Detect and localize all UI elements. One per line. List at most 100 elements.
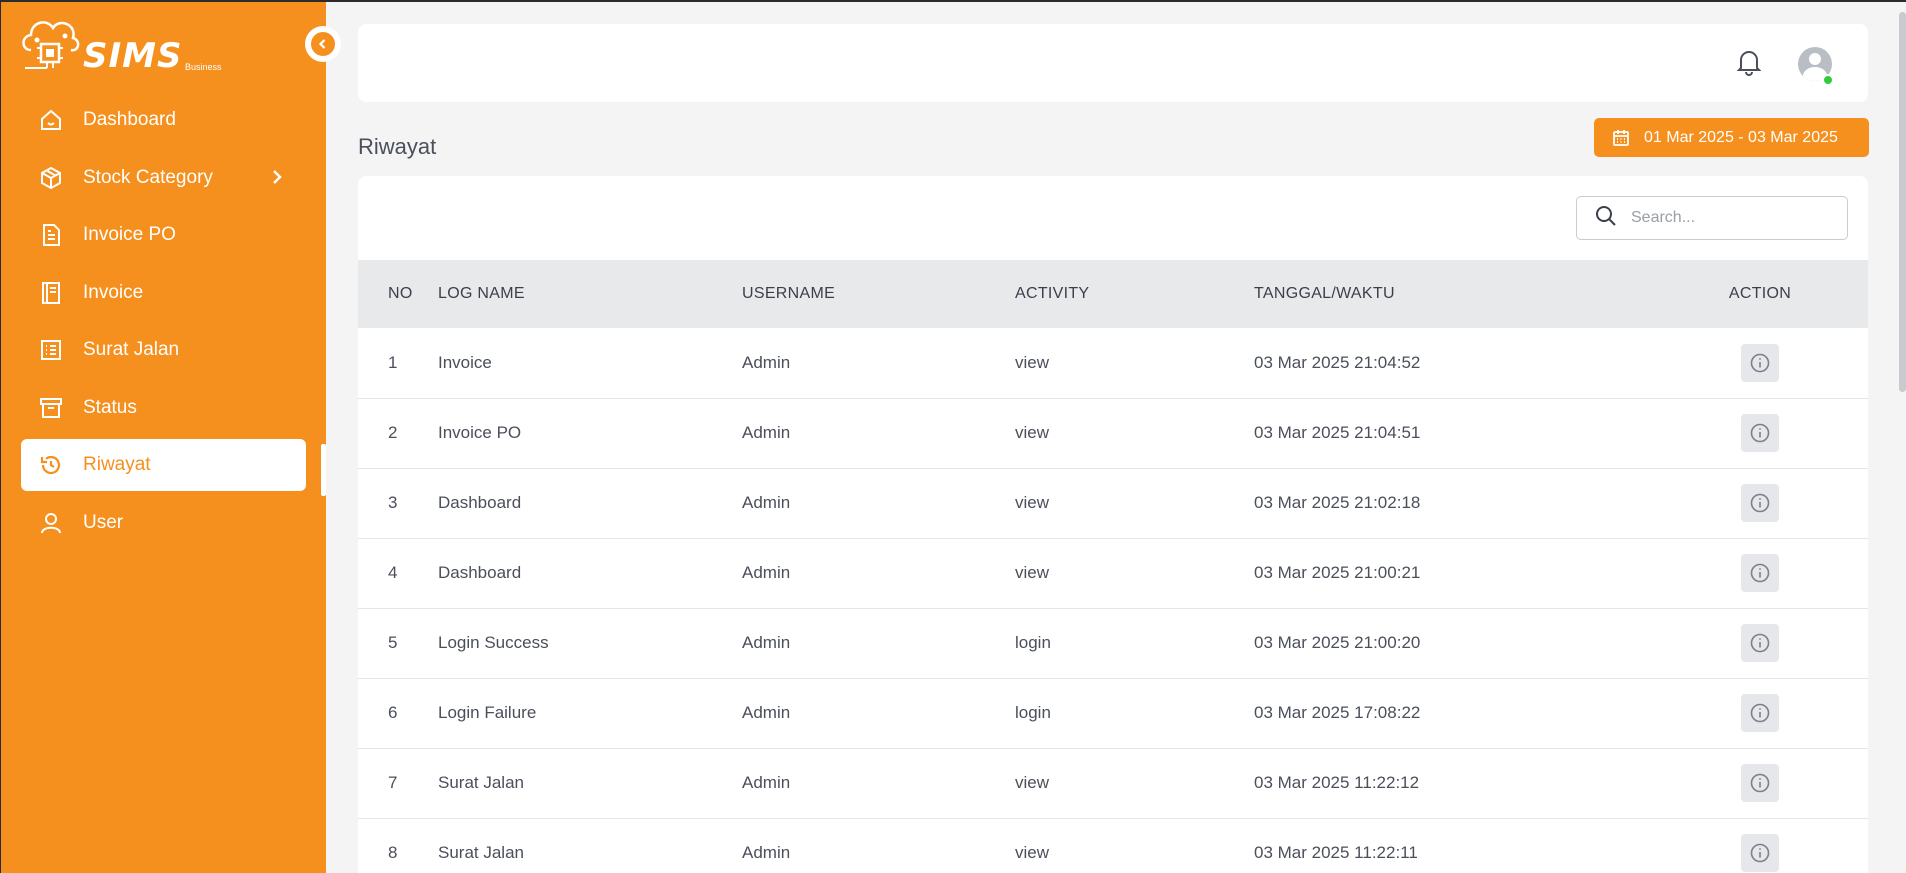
sidebar: SIMS Business Dashboard Stock Category I… [1, 2, 326, 873]
row-username: Admin [742, 843, 791, 862]
page-scrollbar[interactable] [1899, 12, 1906, 392]
table-row: 3 Dashboard Admin view 03 Mar 2025 21:02:18 [358, 468, 1868, 538]
info-button[interactable] [1741, 554, 1779, 592]
user-icon [39, 511, 63, 535]
row-username: Admin [742, 633, 791, 652]
info-icon [1750, 423, 1770, 443]
sidebar-item-user[interactable]: User [21, 497, 306, 549]
row-log-name: Surat Jalan [438, 773, 524, 792]
row-no: 1 [388, 352, 398, 372]
row-activity: view [1015, 843, 1050, 862]
history-card: NO LOG NAME USERNAME ACTIVITY TANGGAL/WA… [358, 176, 1868, 873]
row-log-name: Surat Jalan [438, 843, 524, 862]
calendar-icon [1612, 129, 1630, 147]
history-table: NO LOG NAME USERNAME ACTIVITY TANGGAL/WA… [358, 260, 1868, 873]
table-row: 4 Dashboard Admin view 03 Mar 2025 21:00:21 [358, 538, 1868, 608]
sidebar-item-status[interactable]: Status [21, 382, 306, 434]
info-button[interactable] [1741, 764, 1779, 802]
row-action [1674, 328, 1868, 398]
info-icon [1750, 563, 1770, 583]
sidebar-item-dashboard[interactable]: Dashboard [21, 94, 306, 146]
row-datetime: 03 Mar 2025 11:22:11 [1254, 843, 1418, 862]
topbar [358, 24, 1868, 102]
online-status-dot [1822, 74, 1834, 86]
row-no: 6 [388, 703, 398, 722]
row-action [1674, 818, 1868, 873]
info-icon [1750, 493, 1770, 513]
sidebar-item-invoice-po[interactable]: Invoice PO [21, 209, 306, 261]
sidebar-item-invoice[interactable]: Invoice [21, 267, 306, 319]
row-no: 4 [388, 563, 398, 582]
info-icon [1750, 773, 1770, 793]
info-button[interactable] [1741, 484, 1779, 522]
column-header-tanggal-waktu[interactable]: TANGGAL/WAKTU [1254, 260, 1674, 328]
sidebar-item-label: Status [83, 396, 137, 418]
row-datetime: 03 Mar 2025 21:00:21 [1254, 563, 1421, 582]
row-action [1674, 608, 1868, 678]
sidebar-item-surat-jalan[interactable]: Surat Jalan [21, 324, 306, 376]
list-icon [39, 338, 63, 362]
row-username: Admin [742, 423, 791, 442]
sidebar-nav: Dashboard Stock Category Invoice PO Invo… [21, 94, 306, 554]
table-row: 8 Surat Jalan Admin view 03 Mar 2025 11:22:1… [358, 818, 1868, 873]
row-no: 8 [388, 843, 398, 862]
row-action [1674, 678, 1868, 748]
table-row: 1 Invoice Admin view 03 Mar 2025 21:04:52 [358, 328, 1868, 398]
row-log-name: Invoice PO [438, 423, 522, 442]
sims-logo[interactable]: SIMS Business [19, 10, 229, 76]
row-datetime: 03 Mar 2025 21:02:18 [1254, 493, 1421, 512]
history-icon [39, 453, 63, 477]
row-activity: view [1015, 563, 1050, 582]
row-action [1674, 398, 1868, 468]
bell-icon[interactable] [1736, 48, 1762, 81]
column-header-username[interactable]: USERNAME [742, 260, 1015, 328]
info-button[interactable] [1741, 624, 1779, 662]
chevron-left-icon [311, 32, 335, 56]
table-row: 2 Invoice PO Admin view 03 Mar 2025 21:04:51 [358, 398, 1868, 468]
row-datetime: 03 Mar 2025 21:00:20 [1254, 633, 1421, 652]
row-username: Admin [742, 703, 791, 722]
row-username: Admin [742, 493, 791, 512]
info-icon [1750, 353, 1770, 373]
date-range-label: 01 Mar 2025 - 03 Mar 2025 [1644, 128, 1838, 146]
cloud-chip-logo-icon [22, 21, 80, 69]
row-activity: view [1015, 423, 1050, 442]
row-log-name: Dashboard [438, 493, 522, 512]
row-activity: view [1015, 773, 1050, 792]
sidebar-item-label: Dashboard [83, 109, 176, 130]
sidebar-item-label: User [83, 511, 124, 533]
search-input[interactable] [1631, 209, 1831, 227]
info-button[interactable] [1741, 694, 1779, 732]
row-log-name: Dashboard [438, 563, 522, 582]
row-username: Admin [742, 563, 791, 582]
sidebar-item-stock-category[interactable]: Stock Category [21, 152, 306, 204]
box-icon [39, 166, 63, 190]
row-username: Admin [742, 352, 791, 372]
row-datetime: 03 Mar 2025 21:04:52 [1254, 352, 1421, 372]
column-header-log-name[interactable]: LOG NAME [438, 260, 742, 328]
search-icon [1595, 205, 1617, 232]
column-header-activity[interactable]: ACTIVITY [1015, 260, 1254, 328]
table-row: 6 Login Failure Admin login 03 Mar 2025 17:0… [358, 678, 1868, 748]
archive-icon [39, 396, 63, 420]
sidebar-item-riwayat[interactable]: Riwayat [21, 439, 306, 491]
date-range-button[interactable]: 01 Mar 2025 - 03 Mar 2025 [1594, 118, 1869, 157]
table-row: 7 Surat Jalan Admin view 03 Mar 2025 11:22:1… [358, 748, 1868, 818]
info-button[interactable] [1741, 414, 1779, 452]
column-header-no[interactable]: NO [358, 260, 438, 328]
row-activity: login [1015, 633, 1051, 652]
search-box[interactable] [1576, 196, 1848, 240]
info-button[interactable] [1741, 834, 1779, 872]
chevron-right-icon [270, 166, 284, 194]
info-button[interactable] [1741, 343, 1779, 382]
row-datetime: 03 Mar 2025 17:08:22 [1254, 703, 1421, 722]
page-title: Riwayat [358, 134, 437, 159]
row-activity: view [1015, 493, 1050, 512]
row-log-name: Invoice [438, 352, 492, 372]
home-icon [39, 108, 63, 132]
active-indicator [321, 444, 326, 496]
row-action [1674, 748, 1868, 818]
collapse-sidebar-button[interactable] [305, 26, 341, 62]
row-activity: view [1015, 352, 1050, 372]
info-icon [1750, 703, 1770, 723]
